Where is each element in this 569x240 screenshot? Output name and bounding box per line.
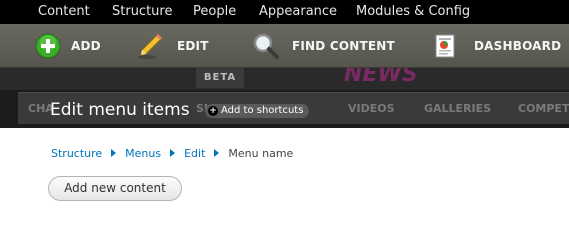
breadcrumb-edit[interactable]: Edit [184, 147, 205, 160]
background-site-logo: NEWS [344, 68, 418, 87]
breadcrumb-arrow-icon [170, 149, 176, 157]
toolbar-edit-label: EDIT [177, 39, 209, 53]
plus-circle-icon [35, 33, 61, 59]
toolbar-add[interactable]: ADD [34, 24, 114, 68]
breadcrumb-structure[interactable]: Structure [51, 147, 102, 160]
breadcrumb-arrow-icon [111, 149, 117, 157]
add-new-content-button[interactable]: Add new content [48, 176, 182, 201]
admin-menu-content[interactable]: Content [38, 4, 90, 19]
breadcrumb-current: Menu name [228, 147, 294, 160]
add-to-shortcuts-link[interactable]: + Add to shortcuts [205, 104, 310, 118]
pencil-icon [138, 33, 163, 59]
toolbar-find-content[interactable]: FIND CONTENT [252, 24, 395, 68]
shortcut-toolbar: ADD EDIT FIND CONTENT DASHBOARD [0, 24, 569, 68]
admin-menu-modules-config[interactable]: Modules & Config [356, 4, 470, 19]
breadcrumb-arrow-icon [214, 149, 220, 157]
admin-menu: Content Structure People Appearance Modu… [0, 0, 569, 24]
toolbar-edit[interactable]: EDIT [136, 24, 216, 68]
dashboard-icon [435, 34, 455, 58]
background-nav-item: VIDEOS [348, 102, 395, 115]
overlay-title: Edit menu items [50, 100, 190, 120]
magnifier-icon [253, 33, 279, 59]
plus-icon: + [208, 106, 218, 116]
background-site-header [0, 68, 569, 90]
admin-menu-structure[interactable]: Structure [112, 4, 172, 19]
toolbar-find-content-label: FIND CONTENT [292, 39, 395, 53]
background-nav-item: COMPETITI [518, 102, 569, 115]
overlay-content: Structure Menus Edit Menu name Add new cont… [32, 128, 569, 227]
breadcrumb: Structure Menus Edit Menu name [51, 147, 293, 160]
toolbar-add-label: ADD [71, 39, 101, 53]
add-to-shortcuts-label: Add to shortcuts [221, 105, 304, 116]
background-nav-item: GALLERIES [424, 102, 492, 115]
admin-menu-people[interactable]: People [193, 4, 236, 19]
breadcrumb-menus[interactable]: Menus [125, 147, 161, 160]
toolbar-dashboard[interactable]: DASHBOARD [432, 24, 562, 68]
toolbar-dashboard-label: DASHBOARD [474, 39, 562, 53]
admin-menu-appearance[interactable]: Appearance [259, 4, 337, 19]
background-beta-label: BETA [196, 68, 244, 88]
